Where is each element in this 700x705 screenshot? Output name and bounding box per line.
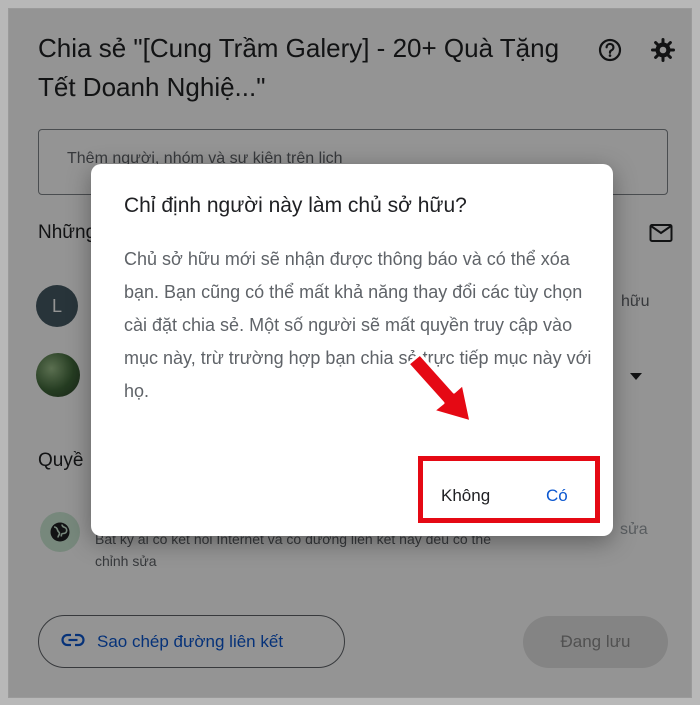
window-frame: Chia sẻ "[Cung Trầm Galery] - 20+ Quà Tặ… <box>8 8 692 698</box>
pointer-arrow-icon <box>406 352 473 424</box>
confirm-dialog-body: Chủ sở hữu mới sẽ nhận được thông báo và… <box>124 249 592 401</box>
highlight-box <box>418 456 600 523</box>
confirm-dialog-title: Chỉ định người này làm chủ sở hữu? <box>124 194 467 217</box>
